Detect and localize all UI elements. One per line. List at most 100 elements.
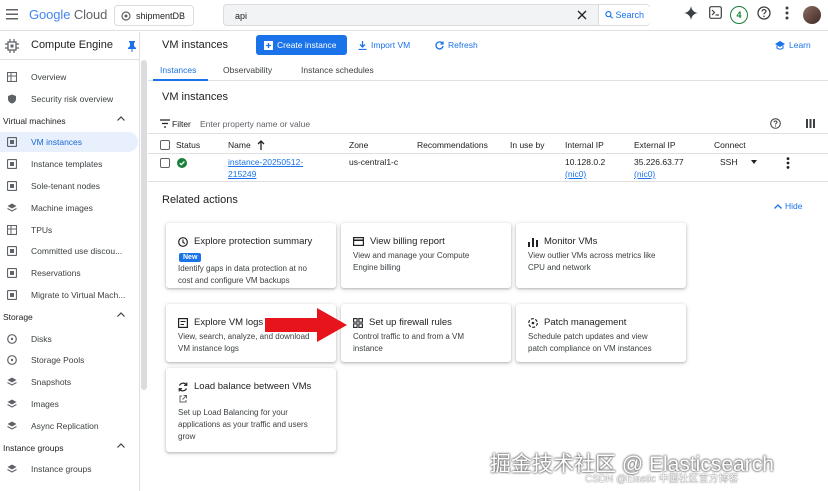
sidebar-item-migrate-to-virtual-mach[interactable]: Migrate to Virtual Mach... bbox=[0, 285, 138, 305]
import-vm-button[interactable]: Import VM bbox=[358, 40, 410, 50]
card-load-balance-between-vms[interactable]: Load balance between VMs Set up Load Bal… bbox=[166, 368, 336, 452]
sidebar-item-snapshots[interactable]: Snapshots bbox=[0, 372, 138, 392]
col-internal-ip[interactable]: Internal IP bbox=[565, 140, 604, 150]
ssh-button[interactable]: SSH bbox=[720, 157, 737, 167]
sidebar-item-overview[interactable]: Overview bbox=[0, 67, 138, 87]
search-input[interactable]: api bbox=[235, 11, 247, 21]
notifications-badge[interactable]: 4 bbox=[730, 6, 748, 24]
sidebar-item-tpus[interactable]: TPUs bbox=[0, 220, 138, 240]
sidebar-item-label: Machine images bbox=[31, 202, 93, 213]
main-menu-icon[interactable] bbox=[6, 9, 18, 20]
column-display-icon[interactable] bbox=[806, 119, 815, 128]
col-status[interactable]: Status bbox=[176, 140, 200, 150]
gemini-icon[interactable] bbox=[684, 6, 698, 20]
ssh-dropdown-icon[interactable] bbox=[751, 160, 757, 164]
cloud-shell-icon[interactable] bbox=[709, 6, 722, 19]
sidebar-item-committed-use-discou[interactable]: Committed use discou... bbox=[0, 241, 138, 261]
col-external-ip[interactable]: External IP bbox=[634, 140, 676, 150]
col-recommendations[interactable]: Recommendations bbox=[417, 140, 488, 150]
card-title: Load balance between VMs bbox=[194, 381, 312, 392]
instance-name-link-line2[interactable]: 215249 bbox=[228, 169, 256, 179]
search-button[interactable]: Search bbox=[598, 5, 650, 25]
box-icon bbox=[7, 181, 17, 191]
card-view-billing-report[interactable]: View billing report View and manage your… bbox=[341, 223, 511, 288]
sidebar-scrollbar[interactable] bbox=[141, 60, 147, 390]
card-monitor-vms[interactable]: Monitor VMs View outlier VMs across metr… bbox=[516, 223, 686, 288]
sidebar-group-virtual-machines[interactable]: Virtual machines bbox=[0, 111, 138, 131]
filter-bar[interactable]: Filter Enter property name or value bbox=[148, 114, 828, 134]
sidebar-item-label: Storage Pools bbox=[31, 355, 85, 366]
internal-nic-link[interactable]: (nic0) bbox=[565, 169, 586, 179]
search-bar[interactable]: api Search bbox=[223, 4, 650, 26]
sidebar-item-label: Reservations bbox=[31, 268, 81, 279]
sidebar-item-reservations[interactable]: Reservations bbox=[0, 263, 138, 283]
google-cloud-logo[interactable]: Google Cloud bbox=[29, 7, 107, 22]
sidebar-item-images[interactable]: Images bbox=[0, 394, 138, 414]
sidebar-item-machine-images[interactable]: Machine images bbox=[0, 198, 138, 218]
create-instance-label: Create instance bbox=[277, 40, 337, 50]
filter-input[interactable]: Enter property name or value bbox=[200, 119, 310, 129]
card-header: Set up firewall rules bbox=[353, 317, 452, 328]
table-header: Status Name Zone Recommendations In use … bbox=[148, 136, 828, 154]
refresh-label: Refresh bbox=[448, 40, 478, 50]
refresh-button[interactable]: Refresh bbox=[435, 40, 478, 50]
card-desc-line2: CPU and network bbox=[528, 263, 591, 272]
card-title: Patch management bbox=[544, 317, 627, 328]
card-desc-line1: Identify gaps in data protection at no bbox=[178, 264, 307, 273]
user-avatar[interactable] bbox=[803, 6, 821, 24]
sidebar-item-label: Images bbox=[31, 399, 59, 409]
grid-icon bbox=[7, 224, 17, 235]
clear-search-icon[interactable] bbox=[577, 10, 587, 20]
sidebar-item-label: Instance templates bbox=[31, 159, 103, 170]
sidebar-item-label: VM instances bbox=[31, 137, 83, 148]
select-all-checkbox[interactable] bbox=[160, 140, 170, 150]
instance-name-link[interactable]: instance-20250512- bbox=[228, 157, 303, 167]
tab-instance-schedules[interactable]: Instance schedules bbox=[301, 65, 374, 75]
search-button-label: Search bbox=[615, 10, 644, 20]
learn-label: Learn bbox=[789, 40, 811, 50]
sidebar-group-label: Instance groups bbox=[3, 442, 64, 453]
tab-instances[interactable]: Instances bbox=[160, 65, 196, 75]
card-desc-line1: Set up Load Balancing for your bbox=[178, 408, 288, 417]
pin-icon[interactable] bbox=[128, 41, 136, 52]
open-external-icon[interactable] bbox=[179, 395, 187, 403]
col-zone[interactable]: Zone bbox=[349, 140, 368, 150]
create-instance-button[interactable]: Create instance bbox=[256, 35, 347, 55]
zone-value: us-central1-c bbox=[349, 157, 399, 167]
sidebar-item-security-risk-overview[interactable]: Security risk overview bbox=[0, 89, 138, 109]
hide-related-button[interactable]: Hide bbox=[774, 201, 802, 211]
sidebar-item-sole-tenant-nodes[interactable]: Sole-tenant nodes bbox=[0, 176, 138, 196]
card-desc-line2: Engine billing bbox=[353, 263, 401, 272]
more-options-icon[interactable] bbox=[785, 6, 789, 20]
help-icon[interactable] bbox=[757, 6, 771, 20]
tab-observability[interactable]: Observability bbox=[223, 65, 272, 75]
column-help-icon[interactable] bbox=[770, 118, 781, 129]
card-set-up-firewall-rules[interactable]: Set up firewall rules Control traffic to… bbox=[341, 304, 511, 362]
main-content: VM instances Create instance Import VM R… bbox=[148, 32, 828, 491]
sidebar-item-label: Async Replication bbox=[31, 420, 99, 431]
row-checkbox[interactable] bbox=[160, 158, 170, 168]
row-actions-icon[interactable] bbox=[786, 157, 790, 169]
col-connect[interactable]: Connect bbox=[714, 140, 746, 150]
firewall-icon bbox=[353, 317, 363, 328]
external-nic-link[interactable]: (nic0) bbox=[634, 169, 655, 179]
sidebar-item-instance-templates[interactable]: Instance templates bbox=[0, 154, 138, 174]
sidebar-item-storage-pools[interactable]: Storage Pools bbox=[0, 350, 138, 370]
filter-label: Filter bbox=[172, 119, 191, 129]
col-in-use-by[interactable]: In use by bbox=[510, 140, 545, 150]
protection-icon bbox=[178, 236, 188, 247]
project-picker[interactable]: shipmentDB bbox=[114, 5, 194, 26]
sidebar-item-vm-instances[interactable]: VM instances bbox=[0, 132, 138, 153]
col-name[interactable]: Name bbox=[228, 140, 251, 150]
sidebar-item-async-replication[interactable]: Async Replication bbox=[0, 416, 138, 436]
sort-ascending-icon[interactable] bbox=[257, 140, 265, 150]
sidebar-item-disks[interactable]: Disks bbox=[0, 329, 138, 349]
sidebar-group-storage[interactable]: Storage bbox=[0, 307, 138, 327]
learn-button[interactable]: Learn bbox=[775, 40, 811, 50]
sidebar-group-instance-groups[interactable]: Instance groups bbox=[0, 438, 138, 458]
sidebar-item-instance-groups[interactable]: Instance groups bbox=[0, 459, 138, 479]
box-icon bbox=[7, 246, 17, 257]
card-header: Monitor VMs bbox=[528, 236, 597, 247]
card-explore-protection-summary[interactable]: Explore protection summary New Identify … bbox=[166, 223, 336, 288]
card-patch-management[interactable]: Patch management Schedule patch updates … bbox=[516, 304, 686, 362]
